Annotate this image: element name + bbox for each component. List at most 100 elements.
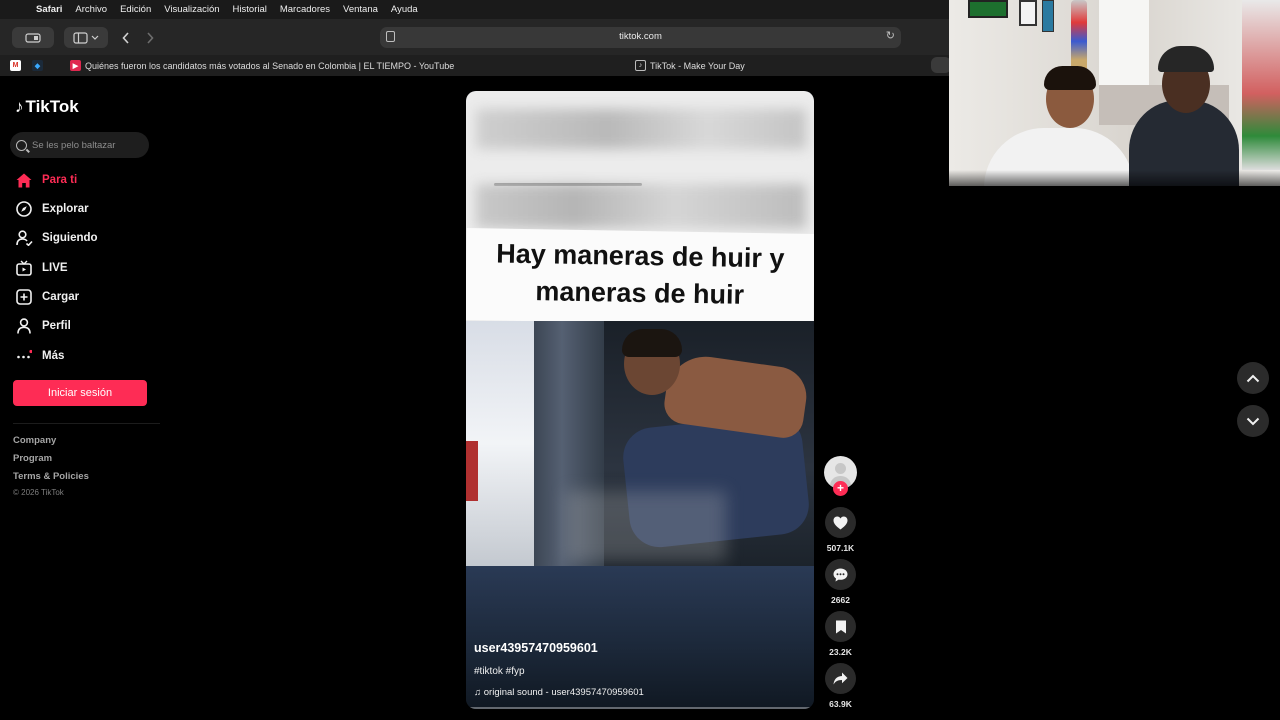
sidebar-item-explorar[interactable]: Explorar: [15, 199, 89, 219]
menu-visualizacion[interactable]: Visualización: [164, 4, 219, 15]
search-box[interactable]: [10, 132, 149, 158]
address-url: tiktok.com: [619, 31, 662, 42]
sidebar-item-para-ti[interactable]: Para ti: [15, 170, 77, 190]
gmail-favicon-icon: M: [10, 60, 21, 71]
menu-ayuda[interactable]: Ayuda: [391, 4, 418, 15]
app-favicon-icon: ◆: [32, 60, 43, 71]
sidebar-divider: [13, 423, 160, 424]
footer-link-terms[interactable]: Terms & Policies: [13, 471, 89, 482]
sidebar-item-cargar[interactable]: Cargar: [15, 287, 79, 307]
wall-frame: [968, 0, 1008, 18]
video-progress-bar[interactable]: [466, 707, 814, 709]
sidebar-item-label: LIVE: [42, 262, 68, 274]
sidebar-item-label: Explorar: [42, 203, 89, 215]
pinned-tab-gmail[interactable]: M: [10, 55, 25, 76]
copyright-text: © 2026 TikTok: [13, 488, 64, 497]
webcam-bottom-shadow: [949, 170, 1280, 186]
new-tab-button[interactable]: [931, 57, 951, 73]
chevron-right-icon: [147, 31, 154, 44]
menu-archivo[interactable]: Archivo: [75, 4, 107, 15]
more-icon: [15, 347, 33, 365]
sidebar-toggle-icon: [73, 31, 99, 44]
chevron-up-icon: [1246, 374, 1260, 382]
video-player[interactable]: Hay maneras de huir y maneras de huir us…: [466, 91, 814, 709]
share-icon: [833, 672, 848, 685]
blurred-text-region: [476, 109, 806, 149]
video-sound-label: original sound - user43957470959601: [483, 687, 644, 698]
menu-historial[interactable]: Historial: [233, 4, 267, 15]
floor-glare: [566, 491, 726, 561]
youtube-favicon-icon: ▶: [70, 60, 81, 71]
pinned-tab-app[interactable]: ◆: [32, 55, 47, 76]
sidebar-toggle-button[interactable]: [64, 27, 108, 48]
next-video-button[interactable]: [1237, 405, 1269, 437]
video-scene: [466, 321, 814, 566]
live-tv-icon: [15, 259, 33, 277]
comment-button[interactable]: [825, 559, 856, 590]
comment-icon: [833, 568, 848, 581]
comment-count: 2662: [831, 595, 850, 605]
video-author[interactable]: user43957470959601: [474, 641, 598, 655]
save-button[interactable]: [825, 611, 856, 642]
like-count: 507.1K: [826, 543, 855, 553]
tiktok-note-icon: ♪: [15, 97, 24, 116]
menu-safari[interactable]: Safari: [36, 4, 62, 15]
sidebar-item-label: Más: [42, 350, 65, 362]
reload-icon[interactable]: ↻: [886, 29, 895, 42]
tab-tiktok-title: TikTok - Make Your Day: [650, 60, 745, 71]
tiktok-favicon-icon: ♪: [635, 60, 646, 71]
window-curtain: [1099, 0, 1149, 90]
compass-icon: [15, 200, 33, 218]
previous-video-button[interactable]: [1237, 362, 1269, 394]
back-button[interactable]: [115, 27, 137, 48]
profile-icon: [15, 317, 33, 335]
tab-youtube-title: Quiénes fueron los candidatos más votado…: [85, 60, 455, 71]
menu-edicion[interactable]: Edición: [120, 4, 151, 15]
tab-tiktok[interactable]: ♪ TikTok - Make Your Day: [635, 55, 745, 76]
wall-frame: [1019, 0, 1037, 26]
chevron-down-icon: [1246, 417, 1260, 425]
following-icon: [15, 229, 33, 247]
footer-link-company[interactable]: Company: [13, 435, 56, 446]
hat-rack: [1071, 0, 1087, 75]
video-hashtags[interactable]: #tiktok #fyp: [474, 666, 525, 677]
upload-icon: [15, 288, 33, 306]
search-icon: [16, 139, 27, 151]
heart-icon: [833, 516, 848, 529]
webcam-overlay: [949, 0, 1280, 186]
video-caption-overlay: Hay maneras de huir y maneras de huir: [466, 227, 814, 327]
blurred-text-region: [476, 184, 806, 228]
video-sound[interactable]: ♫ original sound - user43957470959601: [474, 687, 644, 698]
sidebar-item-siguiendo[interactable]: Siguiendo: [15, 228, 98, 248]
menu-ventana[interactable]: Ventana: [343, 4, 378, 15]
tiktok-logo[interactable]: ♪ TikTok: [15, 97, 79, 117]
sidebar-item-live[interactable]: LIVE: [15, 258, 68, 278]
person-hair: [622, 329, 682, 357]
bookmark-icon: [835, 620, 846, 633]
window-tab-overview-button[interactable]: [12, 27, 54, 48]
menu-marcadores[interactable]: Marcadores: [280, 4, 330, 15]
footer-link-program[interactable]: Program: [13, 453, 52, 464]
chevron-left-icon: [122, 31, 129, 44]
wall-frame: [1042, 0, 1054, 32]
tab-youtube[interactable]: ▶ Quiénes fueron los candidatos más vota…: [70, 55, 454, 76]
like-button[interactable]: [825, 507, 856, 538]
tiktok-brand-text: TikTok: [25, 97, 79, 116]
login-button[interactable]: Iniciar sesión: [13, 380, 147, 406]
sidebar-item-label: Perfil: [42, 320, 71, 332]
share-button[interactable]: [825, 663, 856, 694]
tab-overview-icon: [25, 32, 41, 43]
address-bar[interactable]: tiktok.com ↻: [380, 27, 901, 48]
sidebar-item-label: Cargar: [42, 291, 80, 303]
music-note-icon: ♫: [474, 687, 484, 698]
search-input[interactable]: [32, 139, 142, 151]
person-left-hair: [1044, 66, 1096, 90]
van-taillight: [466, 441, 478, 501]
sidebar-item-mas[interactable]: Más: [15, 346, 64, 366]
avatar-placeholder-head: [835, 463, 846, 474]
sidebar-item-label: Para ti: [42, 174, 78, 186]
forward-button[interactable]: [139, 27, 161, 48]
sidebar-item-perfil[interactable]: Perfil: [15, 316, 71, 336]
follow-plus-button[interactable]: +: [833, 481, 848, 496]
share-count: 63.9K: [829, 699, 852, 709]
